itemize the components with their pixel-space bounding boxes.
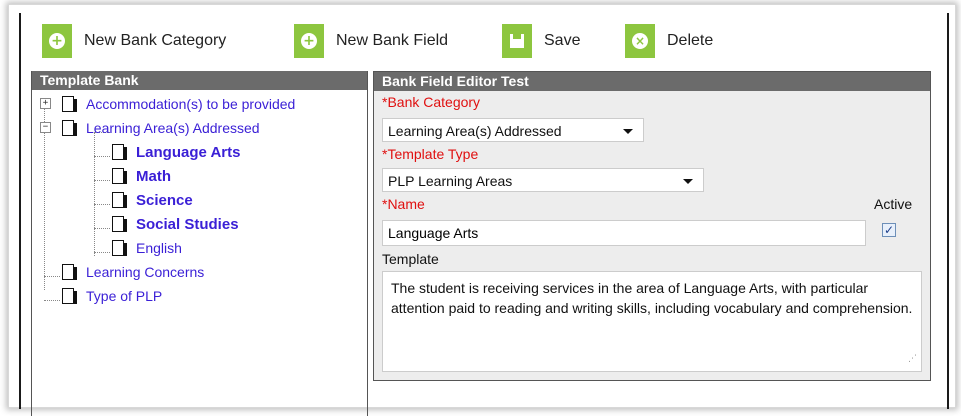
tree-item-label: Type of PLP — [86, 288, 163, 304]
tree-item-social-studies[interactable]: Social Studies — [112, 212, 239, 236]
tree-item-label: Learning Area(s) Addressed — [86, 120, 260, 136]
tree-item-math[interactable]: Math — [112, 164, 171, 188]
tree-item-label: Accommodation(s) to be provided — [86, 96, 296, 112]
tree-item-type-of-plp[interactable]: Type of PLP — [62, 284, 162, 308]
editor-header: Bank Field Editor Test — [374, 72, 930, 91]
document-icon — [112, 240, 127, 256]
name-label: *Name — [382, 196, 425, 212]
tree-line — [94, 204, 110, 205]
template-bank-panel: Template Bank + Accommodation(s) to be p… — [31, 71, 368, 416]
document-icon — [62, 288, 77, 304]
save-label: Save — [544, 32, 581, 49]
plus-icon: + — [294, 24, 324, 58]
new-bank-category-button[interactable]: + New Bank Category — [42, 24, 226, 58]
tree-line — [94, 132, 95, 256]
template-value: The student is receiving services in the… — [391, 280, 913, 316]
delete-label: Delete — [667, 32, 714, 49]
new-bank-field-label: New Bank Field — [336, 32, 449, 49]
template-label: Template — [382, 251, 439, 267]
delete-button[interactable]: × Delete — [625, 24, 713, 58]
tree-item-label: English — [136, 240, 182, 256]
checkmark-icon: ✓ — [883, 223, 895, 237]
document-icon — [62, 96, 77, 112]
bank-category-label: *Bank Category — [382, 94, 481, 110]
tree-item-accommodations[interactable]: Accommodation(s) to be provided — [62, 92, 295, 116]
template-textarea[interactable]: The student is receiving services in the… — [382, 271, 922, 372]
tree-line — [94, 180, 110, 181]
tree-item-label: Language Arts — [136, 143, 241, 161]
resize-grip-icon[interactable]: ⋰ — [908, 348, 917, 368]
tree-item-label: Science — [136, 191, 193, 209]
document-icon — [112, 192, 127, 208]
name-input[interactable]: Language Arts — [382, 220, 866, 246]
tree-item-science[interactable]: Science — [112, 188, 193, 212]
tree-line — [44, 300, 60, 301]
tree-item-label: Learning Concerns — [86, 264, 205, 280]
tree-line — [94, 156, 110, 157]
bank-category-select[interactable]: Learning Area(s) Addressed — [382, 118, 644, 142]
name-value: Language Arts — [388, 225, 479, 241]
delete-icon: × — [625, 24, 655, 58]
plus-icon: + — [42, 24, 72, 58]
document-icon — [112, 216, 127, 232]
tree-item-learning-concerns[interactable]: Learning Concerns — [62, 260, 204, 284]
bank-category-value: Learning Area(s) Addressed — [388, 123, 562, 139]
template-bank-header: Template Bank — [32, 71, 367, 90]
tree-item-learning-areas[interactable]: Learning Area(s) Addressed — [62, 116, 260, 140]
save-button[interactable]: Save — [502, 24, 580, 58]
expand-icon[interactable]: + — [40, 98, 51, 109]
tree-line — [94, 252, 110, 253]
new-bank-category-label: New Bank Category — [84, 32, 227, 49]
document-icon — [62, 264, 77, 280]
dropdown-arrow-icon — [623, 129, 633, 134]
new-bank-field-button[interactable]: + New Bank Field — [294, 24, 448, 58]
tree-item-language-arts[interactable]: Language Arts — [112, 140, 240, 164]
active-checkbox[interactable]: ✓ — [882, 223, 896, 237]
document-icon — [62, 120, 77, 136]
toolbar: + New Bank Category + New Bank Field Sav… — [22, 24, 942, 58]
save-icon — [502, 24, 532, 58]
document-icon — [112, 168, 127, 184]
collapse-icon[interactable]: − — [40, 122, 51, 133]
tree-item-label: Math — [136, 167, 171, 185]
template-type-select[interactable]: PLP Learning Areas — [382, 168, 704, 192]
template-type-label: *Template Type — [382, 146, 479, 162]
document-icon — [112, 144, 127, 160]
tree-item-label: Social Studies — [136, 215, 239, 233]
tree-item-english[interactable]: English — [112, 236, 182, 260]
template-type-value: PLP Learning Areas — [388, 173, 513, 189]
tree-line — [44, 276, 60, 277]
tree-line — [94, 228, 110, 229]
bank-field-editor-panel: Bank Field Editor Test *Bank Category Le… — [373, 71, 931, 381]
active-label: Active — [874, 196, 913, 212]
dropdown-arrow-icon — [683, 179, 693, 184]
